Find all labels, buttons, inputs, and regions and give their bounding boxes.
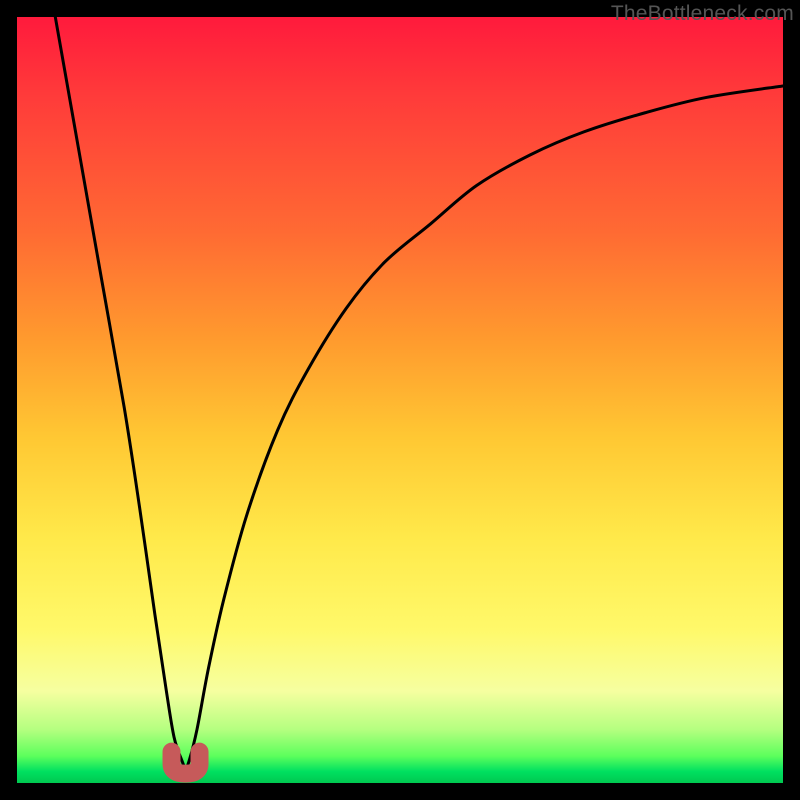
plot-area (17, 17, 783, 783)
bottleneck-curve (55, 17, 783, 768)
watermark-text: TheBottleneck.com (611, 2, 794, 26)
chart-frame: TheBottleneck.com (0, 0, 800, 800)
minimum-marker (172, 752, 200, 774)
curve-layer (17, 17, 783, 783)
